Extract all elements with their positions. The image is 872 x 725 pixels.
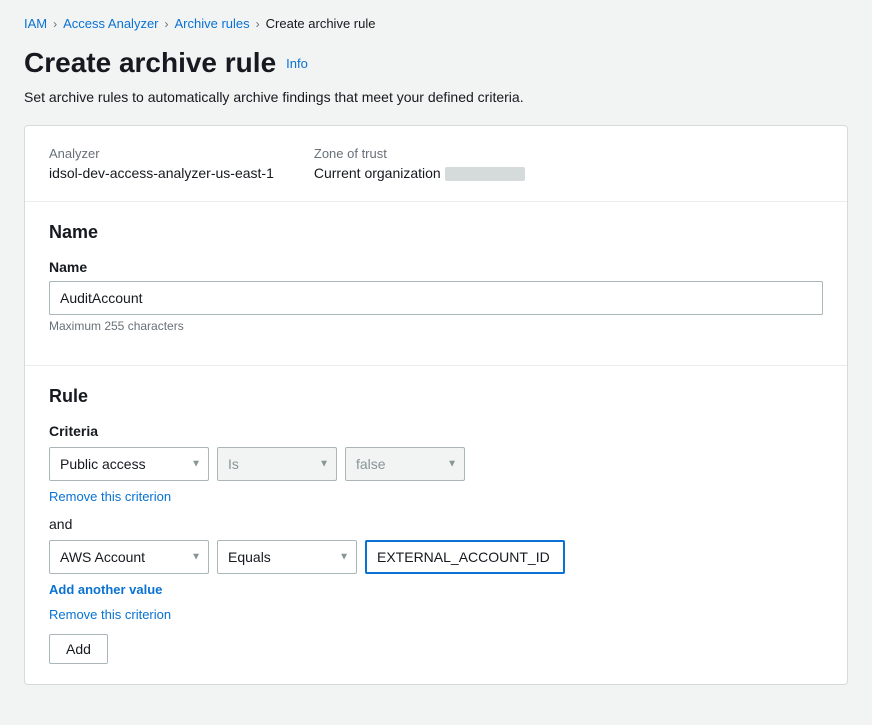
remove-criterion-1[interactable]: Remove this criterion <box>49 489 823 504</box>
add-another-value[interactable]: Add another value <box>49 582 823 597</box>
zone-value: Current organization <box>314 165 525 181</box>
criterion-2-row: AWS Account Public access Finding type R… <box>49 540 823 574</box>
add-button[interactable]: Add <box>49 634 108 664</box>
remove-criterion-2[interactable]: Remove this criterion <box>49 607 823 622</box>
name-hint: Maximum 255 characters <box>49 319 823 333</box>
external-account-id-input[interactable] <box>365 540 565 574</box>
zone-group: Zone of trust Current organization <box>314 146 525 181</box>
name-field-label: Name <box>49 259 823 275</box>
breadcrumb-sep-2: › <box>165 17 169 31</box>
false-wrapper: false true ▼ <box>345 447 465 481</box>
name-section-title: Name <box>49 222 823 243</box>
redacted-org-id <box>445 167 525 181</box>
criteria-label: Criteria <box>49 423 823 439</box>
criterion-1-row: Public access Finding type Resource Prin… <box>49 447 823 481</box>
breadcrumb: IAM › Access Analyzer › Archive rules › … <box>24 16 848 31</box>
aws-account-select[interactable]: AWS Account Public access Finding type R… <box>49 540 209 574</box>
name-form-group: Name Maximum 255 characters <box>49 259 823 333</box>
info-link[interactable]: Info <box>286 56 308 71</box>
and-label: and <box>49 516 823 532</box>
analyzer-info-section: Analyzer idsol-dev-access-analyzer-us-ea… <box>25 126 847 202</box>
name-section: Name Name Maximum 255 characters <box>25 202 847 366</box>
zone-label: Zone of trust <box>314 146 525 161</box>
breadcrumb-access-analyzer[interactable]: Access Analyzer <box>63 16 158 31</box>
public-access-select[interactable]: Public access Finding type Resource Prin… <box>49 447 209 481</box>
breadcrumb-sep-3: › <box>256 17 260 31</box>
page-description: Set archive rules to automatically archi… <box>24 89 848 105</box>
analyzer-group: Analyzer idsol-dev-access-analyzer-us-ea… <box>49 146 274 181</box>
equals-select[interactable]: Equals Not equals Contains <box>217 540 357 574</box>
false-select[interactable]: false true <box>345 447 465 481</box>
is-wrapper: Is Is not Contains ▼ <box>217 447 337 481</box>
rule-section: Rule Criteria Public access Finding type… <box>25 366 847 684</box>
analyzer-label: Analyzer <box>49 146 274 161</box>
breadcrumb-iam[interactable]: IAM <box>24 16 47 31</box>
public-access-wrapper: Public access Finding type Resource Prin… <box>49 447 209 481</box>
breadcrumb-current: Create archive rule <box>266 16 376 31</box>
aws-account-wrapper: AWS Account Public access Finding type R… <box>49 540 209 574</box>
analyzer-value: idsol-dev-access-analyzer-us-east-1 <box>49 165 274 181</box>
breadcrumb-sep-1: › <box>53 17 57 31</box>
is-select[interactable]: Is Is not Contains <box>217 447 337 481</box>
main-card: Analyzer idsol-dev-access-analyzer-us-ea… <box>24 125 848 685</box>
equals-wrapper: Equals Not equals Contains ▼ <box>217 540 357 574</box>
page-title: Create archive rule <box>24 47 276 79</box>
rule-section-title: Rule <box>49 386 823 407</box>
name-input[interactable] <box>49 281 823 315</box>
breadcrumb-archive-rules[interactable]: Archive rules <box>175 16 250 31</box>
